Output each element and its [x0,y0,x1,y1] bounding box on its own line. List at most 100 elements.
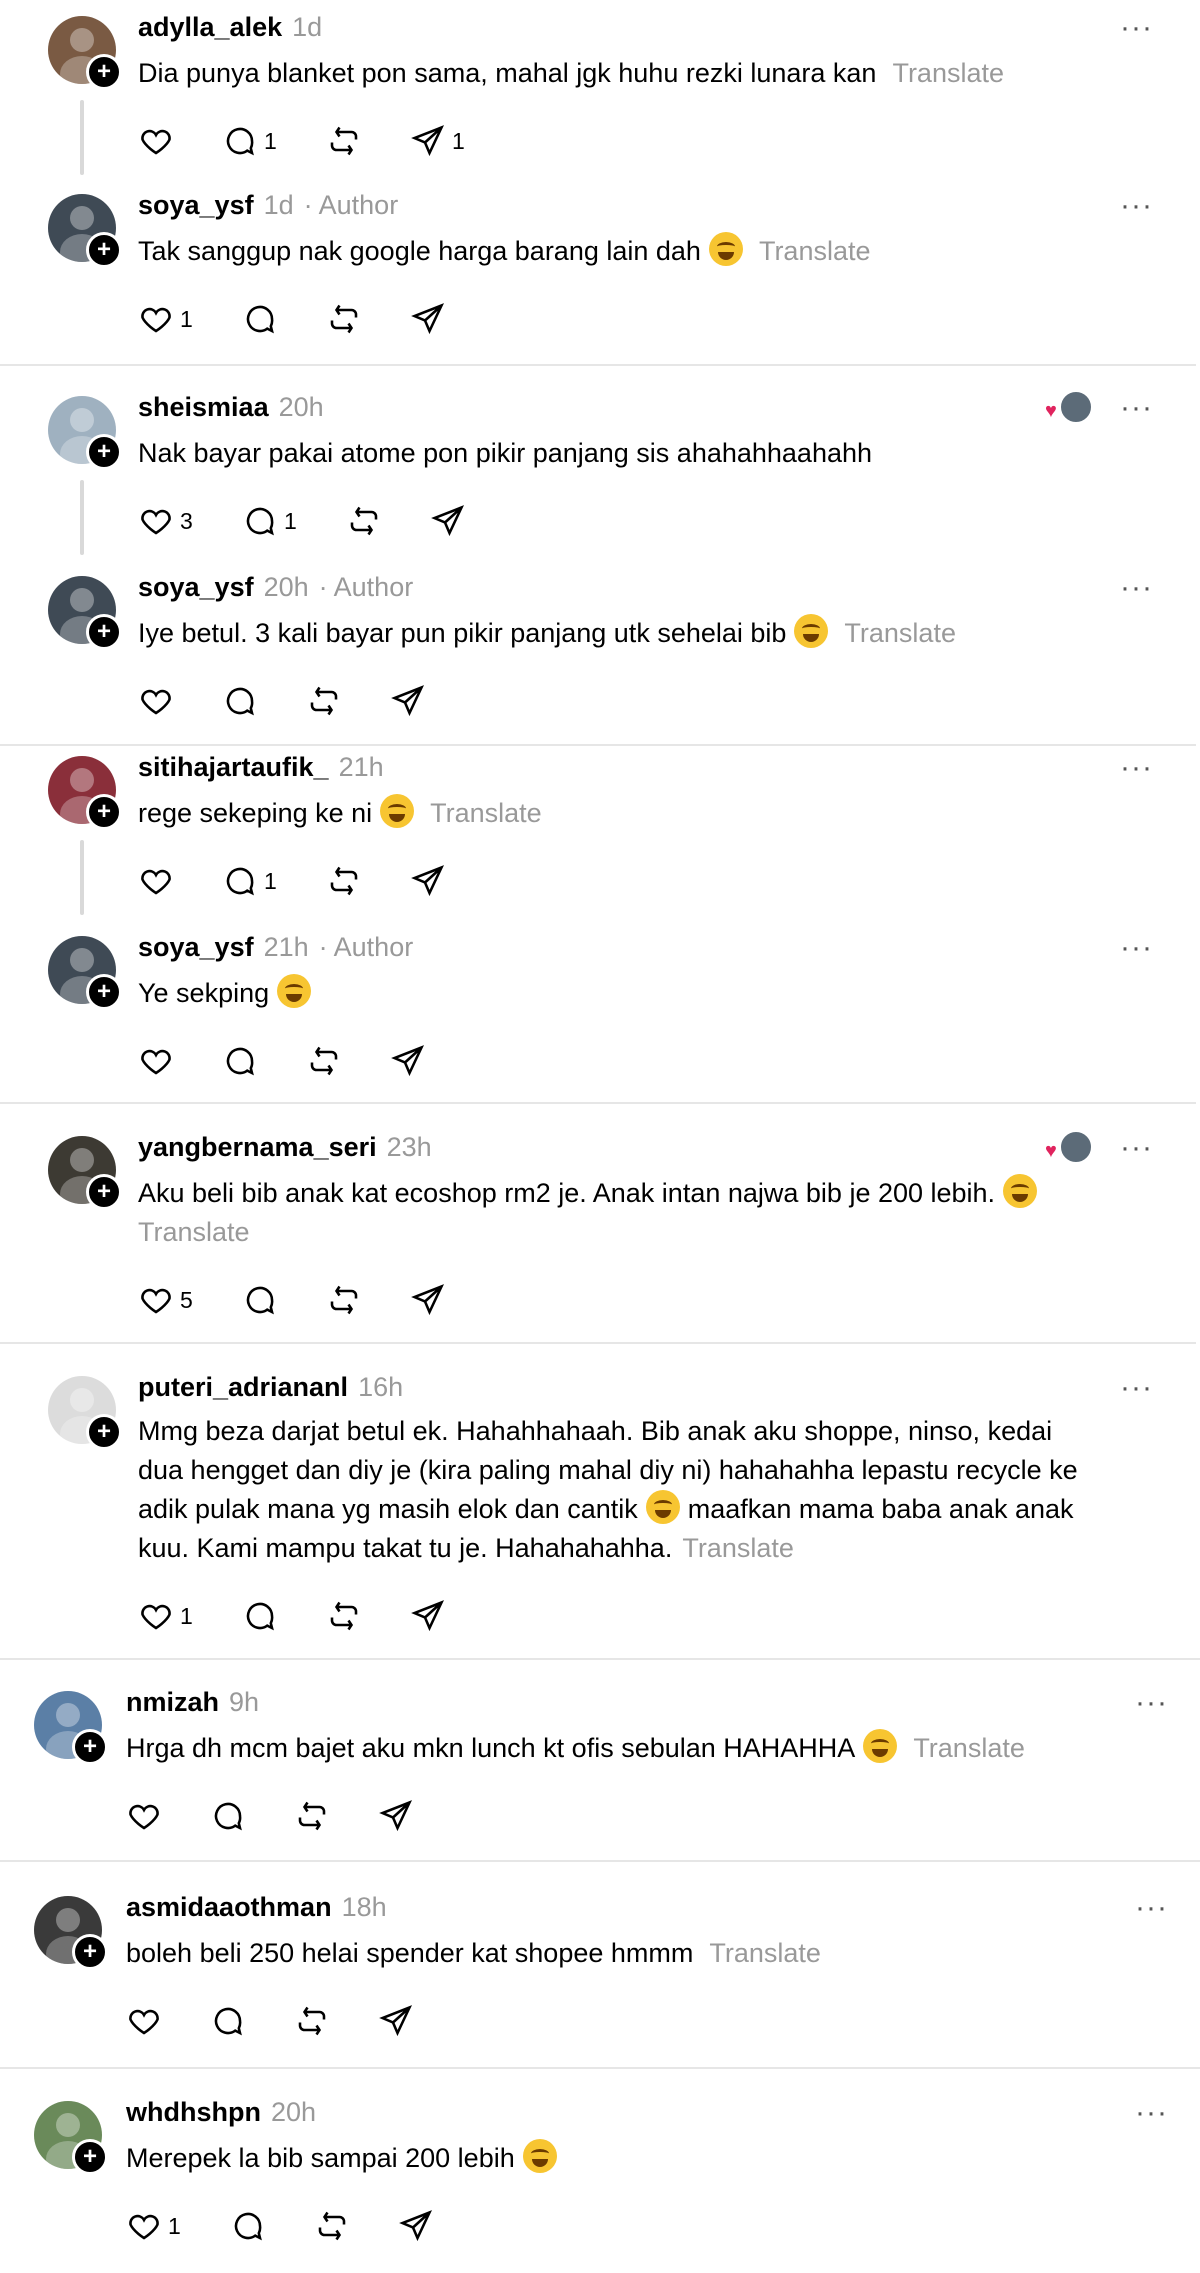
translate-link[interactable]: Translate [682,1533,794,1563]
share-button[interactable] [378,2001,414,2041]
share-button[interactable] [410,1280,446,1320]
like-button[interactable] [138,681,174,721]
translate-link[interactable]: Translate [138,1217,250,1247]
user-avatar[interactable]: + [48,936,122,1010]
like-button[interactable]: 1 [138,299,193,339]
plus-icon[interactable]: + [86,794,122,830]
like-button[interactable] [138,861,174,901]
user-avatar[interactable]: + [48,1376,122,1450]
translate-link[interactable]: Translate [913,1733,1025,1763]
reply-button[interactable] [242,1280,278,1320]
username[interactable]: puteri_adriananl [138,1372,348,1402]
repost-button[interactable] [326,1280,362,1320]
username[interactable]: soya_ysf [138,932,254,962]
more-icon[interactable]: ··· [1120,13,1153,43]
repost-button[interactable] [326,861,362,901]
share-button[interactable]: 1 [410,121,465,161]
user-avatar[interactable]: + [48,16,122,90]
user-avatar[interactable]: + [48,756,122,830]
plus-icon[interactable]: + [86,974,122,1010]
repost-button[interactable] [306,1041,342,1081]
translate-link[interactable]: Translate [430,798,542,828]
like-button[interactable]: 1 [138,1596,193,1636]
username[interactable]: asmidaaothman [126,1892,332,1922]
translate-link[interactable]: Translate [759,236,871,266]
reply-button[interactable] [210,1796,246,1836]
plus-icon[interactable]: + [86,614,122,650]
more-icon[interactable]: ··· [1120,573,1153,603]
comment-text: Nak bayar pakai atome pon pikir panjang … [138,438,873,468]
more-icon[interactable]: ··· [1120,1133,1153,1163]
user-avatar[interactable]: + [48,396,122,470]
username[interactable]: nmizah [126,1687,219,1717]
repost-button[interactable] [306,681,342,721]
share-button[interactable] [410,1596,446,1636]
plus-icon[interactable]: + [72,1934,108,1970]
more-icon[interactable]: ··· [1120,933,1153,963]
plus-icon[interactable]: + [72,2139,108,2175]
share-button[interactable] [378,1796,414,1836]
reply-button[interactable] [210,2001,246,2041]
username[interactable]: yangbernama_seri [138,1132,377,1162]
translate-link[interactable]: Translate [892,58,1004,88]
reply-button[interactable] [242,299,278,339]
reply-button[interactable] [222,1041,258,1081]
emoji-icon [794,614,829,648]
plus-icon[interactable]: + [86,232,122,268]
more-icon[interactable]: ··· [1120,191,1153,221]
more-icon[interactable]: ··· [1120,393,1153,423]
repost-button[interactable] [326,1596,362,1636]
repost-button[interactable] [346,501,382,541]
user-avatar[interactable]: + [34,2101,108,2175]
plus-icon[interactable]: + [86,1414,122,1450]
like-button[interactable] [126,2001,162,2041]
username[interactable]: soya_ysf [138,190,254,220]
reply-button[interactable]: 1 [222,861,277,901]
plus-icon[interactable]: + [86,1174,122,1210]
share-button[interactable] [410,861,446,901]
user-avatar[interactable]: + [48,194,122,268]
like-button[interactable] [126,1796,162,1836]
more-icon[interactable]: ··· [1120,1373,1153,1403]
user-avatar[interactable]: + [34,1896,108,1970]
username[interactable]: adylla_alek [138,12,282,42]
reply-button[interactable] [222,681,258,721]
translate-link[interactable]: Translate [844,618,956,648]
more-icon[interactable]: ··· [1135,1688,1168,1718]
repost-button[interactable] [314,2206,350,2246]
plus-icon[interactable]: + [86,54,122,90]
repost-button[interactable] [326,121,362,161]
like-button[interactable]: 1 [126,2206,181,2246]
repost-button[interactable] [326,299,362,339]
user-avatar[interactable]: + [34,1691,108,1765]
reply-button[interactable] [230,2206,266,2246]
username-row: puteri_adriananl 16h [138,1372,403,1403]
like-button[interactable]: 3 [138,501,193,541]
repost-button[interactable] [294,2001,330,2041]
plus-icon[interactable]: + [72,1729,108,1765]
reply-button[interactable] [242,1596,278,1636]
like-button[interactable] [138,1041,174,1081]
username[interactable]: sitihajartaufik_ [138,752,329,782]
share-button[interactable] [390,681,426,721]
reply-button[interactable]: 1 [242,501,297,541]
like-button[interactable]: 5 [138,1280,193,1320]
user-avatar[interactable]: + [48,1136,122,1210]
plus-icon[interactable]: + [86,434,122,470]
username[interactable]: sheismiaa [138,392,269,422]
liked-by-avatars: ♥ [1045,1130,1093,1164]
more-icon[interactable]: ··· [1135,2098,1168,2128]
reply-button[interactable]: 1 [222,121,277,161]
more-icon[interactable]: ··· [1120,753,1153,783]
repost-button[interactable] [294,1796,330,1836]
translate-link[interactable]: Translate [709,1938,821,1968]
share-button[interactable] [398,2206,434,2246]
user-avatar[interactable]: + [48,576,122,650]
share-button[interactable] [430,501,466,541]
username[interactable]: whdhshpn [126,2097,261,2127]
username[interactable]: soya_ysf [138,572,254,602]
more-icon[interactable]: ··· [1135,1893,1168,1923]
like-button[interactable] [138,121,174,161]
share-button[interactable] [390,1041,426,1081]
share-button[interactable] [410,299,446,339]
